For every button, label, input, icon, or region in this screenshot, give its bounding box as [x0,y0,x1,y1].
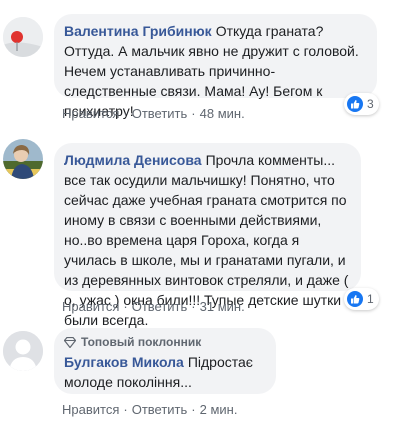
reaction-count: 3 [367,97,374,111]
like-link[interactable]: Нравится [62,299,119,314]
like-icon [347,291,363,307]
comment-author[interactable]: Валентина Грибинюк [64,23,212,39]
comment-actions: Нравится · Ответить · 31 мин. [62,299,245,314]
reply-link[interactable]: Ответить [132,299,188,314]
avatar[interactable] [3,17,43,57]
top-fan-badge[interactable]: Топовый поклонник [64,334,266,350]
diamond-icon [64,336,76,348]
comment-time[interactable]: 48 мин. [200,106,245,121]
comment-bubble: Топовый поклонник Булгаков Микола Підрост… [54,328,276,394]
separator-dot: · [123,402,128,417]
comment-author[interactable]: Булгаков Микола [64,354,184,370]
comment-bubble: Людмила Денисова Прочла комменты... все т… [54,143,361,328]
reply-link[interactable]: Ответить [132,402,188,417]
badge-label: Топовый поклонник [81,335,202,349]
comment-bubble: Валентина Грибинюк Откуда граната? Оттуда… [54,14,377,119]
reply-link[interactable]: Ответить [132,106,188,121]
avatar[interactable] [3,331,43,371]
reaction-count: 1 [367,292,374,306]
comment-time[interactable]: 2 мин. [200,402,238,417]
separator-dot: · [123,299,128,314]
separator-dot: · [191,106,196,121]
comment-actions: Нравится · Ответить · 48 мин. [62,106,245,121]
separator-dot: · [123,106,128,121]
avatar[interactable] [3,139,43,179]
separator-dot: · [191,299,196,314]
like-icon [347,96,363,112]
separator-dot: · [191,402,196,417]
reaction-summary[interactable]: 1 [344,288,379,310]
reaction-summary[interactable]: 3 [344,93,379,115]
like-link[interactable]: Нравится [62,106,119,121]
comment-actions: Нравится · Ответить · 2 мин. [62,402,237,417]
like-link[interactable]: Нравится [62,402,119,417]
comment-time[interactable]: 31 мин. [200,299,245,314]
comment-author[interactable]: Людмила Денисова [64,152,202,168]
